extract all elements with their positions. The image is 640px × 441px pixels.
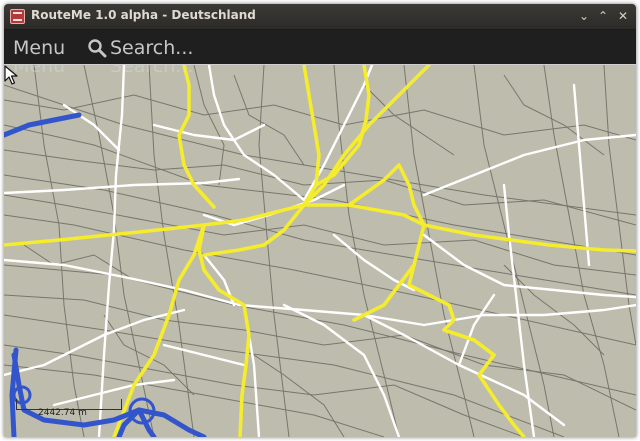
menu-button[interactable]: Menu xyxy=(13,36,65,60)
app-icon xyxy=(10,9,25,24)
title-bar[interactable]: RouteMe 1.0 alpha - Deutschland ⌄ ⌃ ✕ xyxy=(4,4,636,30)
maximize-button[interactable]: ⌃ xyxy=(595,8,611,24)
search-button[interactable]: Search... xyxy=(87,36,287,60)
search-label: Search... xyxy=(110,37,194,59)
minimize-button[interactable]: ⌄ xyxy=(576,8,592,24)
map-canvas xyxy=(4,65,636,437)
streets xyxy=(4,65,636,437)
window-title: RouteMe 1.0 alpha - Deutschland xyxy=(31,8,256,22)
close-button[interactable]: ✕ xyxy=(615,8,631,24)
map-view[interactable]: Menu Search... 2442.74 m xyxy=(4,65,636,437)
main-roads xyxy=(4,65,636,437)
toolbar: Menu Search... xyxy=(4,30,636,64)
mouse-cursor-icon xyxy=(4,65,18,85)
scale-label: 2442.74 m xyxy=(38,408,87,418)
minor-roads xyxy=(4,65,636,437)
app-window: RouteMe 1.0 alpha - Deutschland ⌄ ⌃ ✕ Me… xyxy=(4,4,636,437)
magnifier-icon xyxy=(88,39,107,58)
